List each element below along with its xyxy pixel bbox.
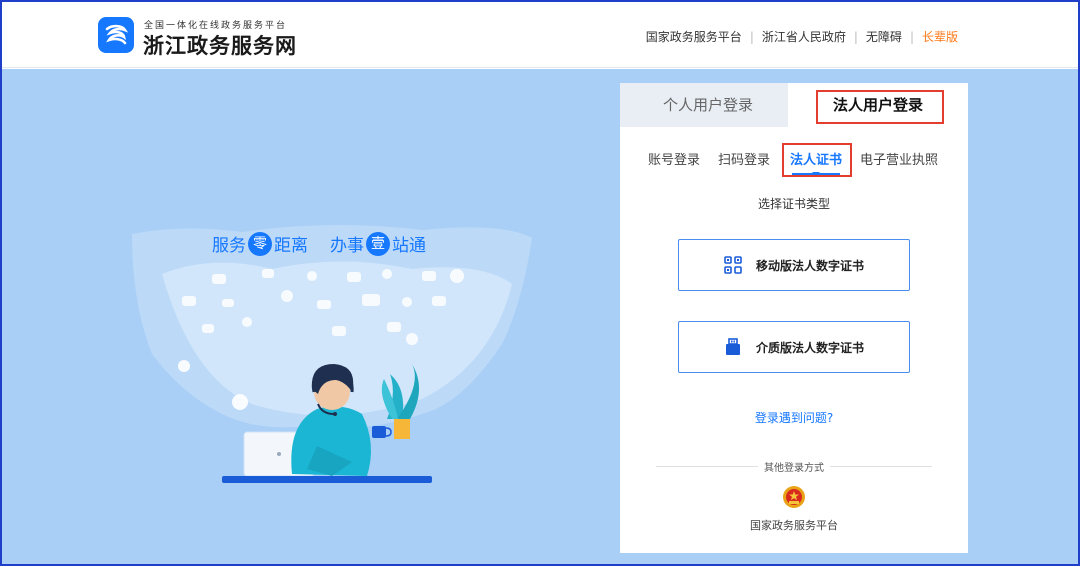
slogan-circle-one: 壹 [366,231,390,256]
logo-icon[interactable] [98,17,134,53]
usb-key-icon [724,338,742,356]
cert-type-title: 选择证书类型 [757,197,830,211]
slogan-part1: 服务 [212,236,246,256]
link-accessibility[interactable]: 无障碍 [866,28,902,45]
link-provincial-government[interactable]: 浙江省人民政府 [762,28,846,45]
page-frame: 全国一体化在线政务服务平台 浙江政务服务网 国家政务服务平台 | 浙江省人民政府… [0,0,1080,566]
slogan-part2: 距离 [274,236,308,256]
slogan: 服务 零 距离 办事 壹 站通 [212,231,426,256]
mobile-cert-button[interactable]: 移动版法人数字证书 [678,239,910,291]
subtab-legal-cert[interactable]: 法人证书 [790,149,842,168]
other-login-label: 其他登录方式 [620,459,968,474]
slogan-part4: 站通 [392,236,426,256]
login-subtabs: 账号登录 扫码登录 法人证书 电子营业执照 [620,149,968,176]
media-cert-button[interactable]: 介质版法人数字证书 [678,321,910,373]
top-links: 国家政务服务平台 | 浙江省人民政府 | 无障碍 | 长辈版 [646,28,958,45]
mobile-cert-label: 移动版法人数字证书 [755,258,864,273]
slogan-part3: 办事 [330,236,364,256]
link-separator: | [749,29,754,44]
mobile-cert-icon [724,256,742,274]
link-elder-version[interactable]: 长辈版 [922,28,958,45]
site-header: 全国一体化在线政务服务平台 浙江政务服务网 国家政务服务平台 | 浙江省人民政府… [2,2,1078,68]
link-national-platform[interactable]: 国家政务服务平台 [646,28,742,45]
subtab-e-business-license[interactable]: 电子营业执照 [860,149,938,168]
subtab-qr-login[interactable]: 扫码登录 [718,149,770,168]
login-tabs: 个人用户登录 法人用户登录 [620,83,968,127]
tab-legal-login[interactable]: 法人用户登录 [788,83,968,127]
link-separator: | [909,29,914,44]
national-emblem-icon[interactable] [782,485,806,509]
logo-title[interactable]: 浙江政务服务网 [143,30,297,60]
tab-personal-login[interactable]: 个人用户登录 [620,83,796,127]
slogan-circle-zero: 零 [248,231,272,256]
customer-service-illustration [132,224,532,483]
login-panel: 个人用户登录 法人用户登录 账号登录 扫码登录 法人证书 电子营业执照 选择证书… [620,83,968,553]
link-separator: | [853,29,858,44]
active-subtab-caret-icon [812,172,820,176]
national-platform-login-label[interactable]: 国家政务服务平台 [620,517,968,533]
media-cert-label: 介质版法人数字证书 [755,340,864,355]
login-problem-link[interactable]: 登录遇到问题? [620,409,968,426]
subtab-account-login[interactable]: 账号登录 [648,149,700,168]
